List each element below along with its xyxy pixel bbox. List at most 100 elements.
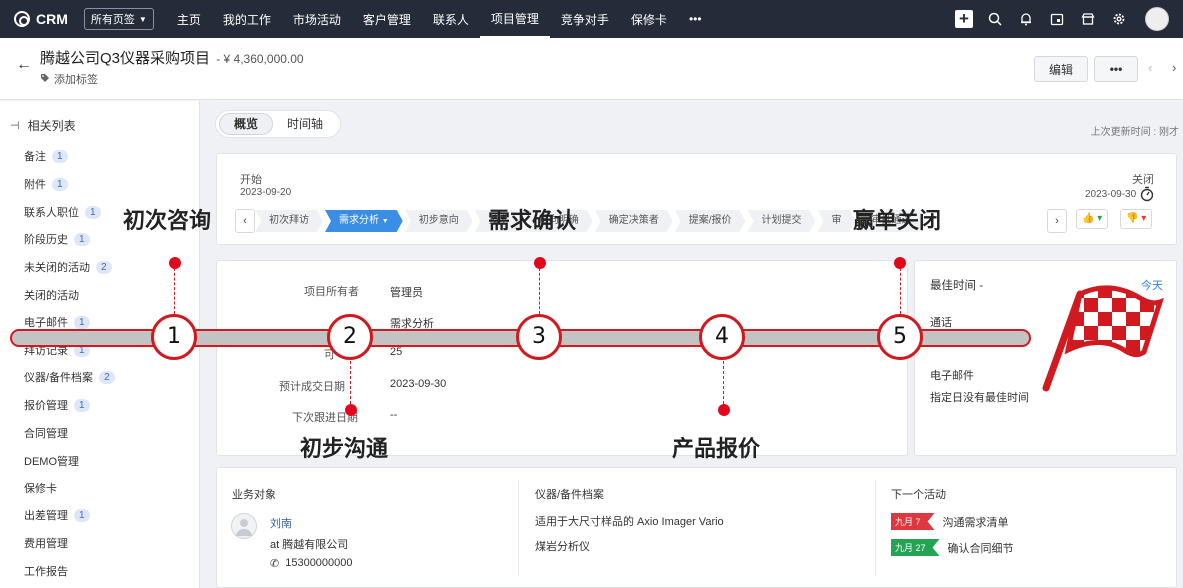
milestone-label: 初次咨询: [123, 209, 212, 234]
record-amount: - ¥ 4,360,000.00: [216, 52, 304, 66]
sidebar-item-instruments[interactable]: 仪器/备件档案 2: [24, 369, 115, 385]
contact-phone[interactable]: ✆ 15300000000: [270, 557, 353, 570]
last-updated: 上次更新时间 : 刚才: [1090, 127, 1179, 138]
app-name: CRM: [36, 11, 68, 27]
count-badge: 1: [74, 398, 90, 412]
phone-icon: ✆: [270, 558, 280, 570]
sidebar-item-reports[interactable]: 工作报告: [24, 563, 68, 579]
store-icon[interactable]: [1079, 10, 1097, 28]
activity-item[interactable]: 九月 7 沟通需求清单: [891, 513, 1009, 530]
more-actions-button[interactable]: •••: [1094, 56, 1138, 82]
back-arrow-icon[interactable]: ←: [16, 56, 32, 74]
milestone-label: 需求确认: [488, 209, 577, 234]
count-badge: 1: [74, 508, 90, 522]
connector-line: [539, 268, 540, 314]
sidebar-item-notes[interactable]: 备注 1: [24, 148, 68, 164]
add-icon[interactable]: +: [955, 10, 973, 28]
count-badge: 2: [96, 260, 112, 274]
stage-plan-submit[interactable]: 计划提交: [748, 210, 816, 232]
instrument-item[interactable]: 适用于大尺寸样品的 Axio Imager Vario: [535, 513, 724, 529]
nav-competitors[interactable]: 竞争对手: [550, 0, 620, 38]
next-record-icon[interactable]: ›: [1172, 60, 1176, 75]
stage-review[interactable]: 审: [818, 210, 856, 232]
top-nav-bar: CRM 所有页签 ▼ 主页 我的工作 市场活动 客户管理 联系人 项目管理 竞争…: [0, 0, 1183, 38]
sidebar-item-label: DEMO管理: [24, 456, 79, 468]
add-tag-link[interactable]: 添加标签: [40, 71, 98, 87]
nav-warranty[interactable]: 保修卡: [620, 0, 678, 38]
nav-home[interactable]: 主页: [166, 0, 212, 38]
mark-won-button[interactable]: 👍 ▾: [1076, 209, 1109, 229]
crm-logo-icon: [14, 11, 30, 27]
tab-group-select[interactable]: 所有页签 ▼: [83, 8, 154, 30]
nav-contacts[interactable]: 联系人: [422, 0, 480, 38]
sidebar-item-travel[interactable]: 出差管理 1: [24, 507, 90, 523]
close-date: 2023-09-30: [1085, 189, 1137, 200]
sidebar-item-closed-activities[interactable]: 关闭的活动: [24, 287, 79, 303]
tab-overview[interactable]: 概览: [219, 113, 274, 135]
stage-initial-intent[interactable]: 初步意向: [405, 210, 473, 232]
activity-item[interactable]: 九月 27 确认合同细节: [891, 539, 1014, 556]
stage-needs-analysis[interactable]: 需求分析 ▼: [325, 210, 403, 232]
edit-button[interactable]: 编辑: [1034, 56, 1088, 82]
nav-more[interactable]: •••: [678, 0, 713, 38]
search-icon[interactable]: [986, 10, 1004, 28]
sidebar-item-contracts[interactable]: 合同管理: [24, 425, 68, 441]
main-nav: 主页 我的工作 市场活动 客户管理 联系人 项目管理 竞争对手 保修卡 •••: [166, 0, 713, 38]
sidebar-item-emails[interactable]: 电子邮件 1: [24, 314, 90, 330]
contact-name[interactable]: 刘南: [270, 515, 292, 531]
contact-company[interactable]: at 腾越有限公司: [270, 536, 348, 552]
milestone-label: 赢单关闭: [853, 209, 942, 234]
gear-icon[interactable]: [1110, 10, 1128, 28]
instrument-item[interactable]: 煤岩分析仪: [535, 538, 590, 554]
calendar-icon[interactable]: [1048, 10, 1066, 28]
sidebar-item-warranty[interactable]: 保修卡: [24, 480, 57, 496]
tab-timeline[interactable]: 时间轴: [273, 113, 337, 135]
sidebar-item-quotes[interactable]: 报价管理 1: [24, 397, 90, 413]
close-date-label: 预计成交日期: [279, 381, 345, 393]
sidebar-item-label: 仪器/备件档案: [24, 372, 94, 384]
collapse-sidebar-icon[interactable]: ⊣: [10, 119, 20, 132]
activity-date-badge: 九月 27: [891, 539, 940, 556]
mark-lost-button[interactable]: 👎 ▾: [1120, 209, 1153, 229]
related-list-heading[interactable]: ⊣ 相关列表: [10, 117, 76, 134]
stage-initial-visit[interactable]: 初次拜访: [255, 210, 323, 232]
step-circle: 4: [699, 314, 745, 360]
record-header: ← 腾越公司Q3仪器采购项目 - ¥ 4,360,000.00 添加标签 编辑 …: [0, 38, 1183, 100]
crm-logo[interactable]: CRM: [14, 11, 68, 27]
instruments-title: 仪器/备件档案: [535, 489, 605, 501]
nav-projects[interactable]: 项目管理: [479, 0, 550, 38]
marker-dot: [169, 257, 181, 269]
sidebar-item-expenses[interactable]: 费用管理: [24, 535, 68, 551]
count-badge: 1: [52, 177, 68, 191]
marker-dot: [534, 257, 546, 269]
sidebar-item-label: 工作报告: [24, 566, 68, 578]
user-avatar[interactable]: [1145, 7, 1169, 31]
nav-marketing[interactable]: 市场活动: [282, 0, 352, 38]
sidebar-item-attachments[interactable]: 附件 1: [24, 176, 68, 192]
nav-customers[interactable]: 客户管理: [352, 0, 422, 38]
connector-line: [723, 361, 724, 409]
email-label: 电子邮件: [930, 370, 974, 382]
activity-label: 确认合同细节: [947, 542, 1014, 555]
stage-next-icon[interactable]: ›: [1047, 209, 1067, 233]
close-date-value: 2023-09-30: [390, 378, 447, 390]
call-label: 通话: [930, 317, 952, 329]
marker-dot: [894, 257, 906, 269]
record-title: 腾越公司Q3仪器采购项目 - ¥ 4,360,000.00: [40, 47, 304, 68]
email-best-time-note: 指定日没有最佳时间: [930, 392, 1029, 404]
nav-my-work[interactable]: 我的工作: [212, 0, 282, 38]
sidebar-item-demo[interactable]: DEMO管理: [24, 453, 79, 469]
sidebar-item-label: 联系人职位: [24, 207, 79, 219]
stopwatch-icon: [1140, 186, 1154, 205]
sidebar-item-label: 关闭的活动: [24, 290, 79, 302]
bell-icon[interactable]: [1017, 10, 1035, 28]
sidebar-item-label: 出差管理: [24, 510, 68, 522]
sidebar-item-stage-history[interactable]: 阶段历史 1: [24, 231, 90, 247]
previous-record-icon[interactable]: ‹: [1148, 60, 1152, 75]
sidebar-item-contact-roles[interactable]: 联系人职位 1: [24, 204, 101, 220]
stage-prev-icon[interactable]: ‹: [235, 209, 255, 233]
caret-down-icon: ▼: [381, 218, 389, 225]
stage-proposal[interactable]: 提案/报价: [675, 210, 746, 232]
stage-decision-maker[interactable]: 确定决策者: [595, 210, 673, 232]
sidebar-item-open-activities[interactable]: 未关闭的活动 2: [24, 259, 112, 275]
